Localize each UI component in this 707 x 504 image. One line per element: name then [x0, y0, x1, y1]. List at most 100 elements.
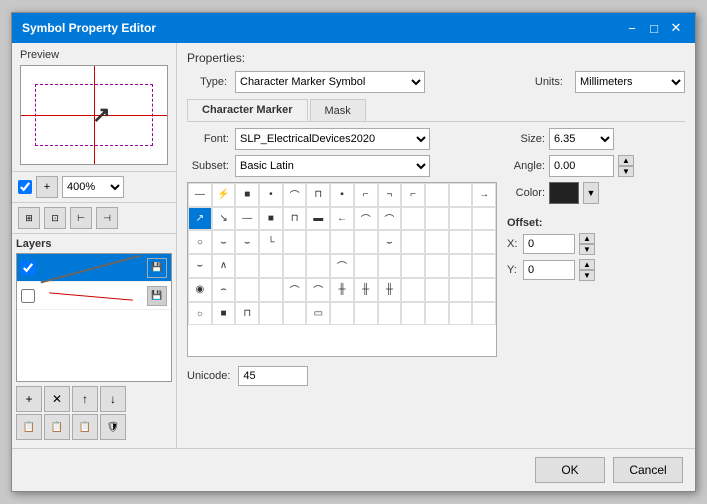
char-cell[interactable]	[472, 207, 496, 231]
tab-character-marker[interactable]: Character Marker	[187, 99, 308, 121]
char-cell[interactable]: ■	[235, 183, 259, 207]
offset-y-up-button[interactable]: ▲	[579, 259, 595, 270]
char-cell[interactable]	[401, 230, 425, 254]
move-up-button[interactable]: ↑	[72, 386, 98, 412]
angle-down-button[interactable]: ▼	[618, 166, 634, 177]
char-cell[interactable]	[472, 254, 496, 278]
visibility-checkbox[interactable]	[18, 180, 32, 194]
char-cell[interactable]: ⌐	[401, 183, 425, 207]
char-cell[interactable]	[378, 254, 402, 278]
char-cell[interactable]: ⌣	[188, 254, 212, 278]
offset-x-input[interactable]	[523, 234, 575, 254]
char-cell[interactable]	[306, 254, 330, 278]
layer-item[interactable]: 💾	[17, 254, 171, 282]
unicode-input[interactable]	[238, 366, 308, 386]
zoom-extents-button[interactable]: ⊡	[44, 207, 66, 229]
char-cell[interactable]: ╫	[330, 278, 354, 302]
tab-mask[interactable]: Mask	[310, 99, 366, 121]
cancel-button[interactable]: Cancel	[613, 457, 683, 483]
char-cell[interactable]	[401, 207, 425, 231]
char-cell[interactable]	[306, 230, 330, 254]
add-layer-button[interactable]: +	[16, 386, 42, 412]
char-cell[interactable]	[330, 302, 354, 326]
char-cell[interactable]	[283, 302, 307, 326]
char-grid[interactable]: — ⚡ ■ • ⌒ ⊓ ▪ ⌐ ¬ ⌐ → ↗	[187, 182, 497, 357]
char-cell[interactable]: ⚡	[212, 183, 236, 207]
add-element-button[interactable]: +	[36, 176, 58, 198]
char-cell[interactable]	[283, 230, 307, 254]
layer-paste-button[interactable]: 📋	[44, 414, 70, 440]
char-cell[interactable]	[425, 254, 449, 278]
zoom-select[interactable]: 400% 100% 200% 800%	[62, 176, 124, 198]
size-select[interactable]: 6.35 8.00 10.00 12.00	[549, 128, 614, 150]
char-cell[interactable]	[472, 302, 496, 326]
char-cell[interactable]	[449, 278, 473, 302]
offset-y-input[interactable]	[523, 260, 575, 280]
layer-item[interactable]: 💾	[17, 282, 171, 310]
char-cell[interactable]	[354, 302, 378, 326]
char-cell[interactable]: ■	[259, 207, 283, 231]
ok-button[interactable]: OK	[535, 457, 605, 483]
layer2-checkbox[interactable]	[21, 289, 35, 303]
char-cell[interactable]: ∧	[212, 254, 236, 278]
char-cell[interactable]	[449, 254, 473, 278]
char-cell-selected[interactable]: ↗	[188, 207, 212, 231]
type-select[interactable]: Character Marker Symbol Simple Marker Sy…	[235, 71, 425, 93]
layer1-save-icon[interactable]: 💾	[147, 258, 167, 278]
char-cell[interactable]	[259, 254, 283, 278]
char-cell[interactable]	[401, 278, 425, 302]
layer-shield-button[interactable]: 🛡	[100, 414, 126, 440]
angle-input[interactable]	[549, 155, 614, 177]
char-cell[interactable]: •	[259, 183, 283, 207]
offset-y-down-button[interactable]: ▼	[579, 270, 595, 281]
char-cell[interactable]	[425, 278, 449, 302]
flip-vertical-button[interactable]: ⊣	[96, 207, 118, 229]
char-cell[interactable]	[449, 183, 473, 207]
minimize-button[interactable]: −	[623, 19, 641, 37]
font-select[interactable]: SLP_ElectricalDevices2020 Arial Symbol W…	[235, 128, 430, 150]
char-cell[interactable]	[235, 254, 259, 278]
char-cell[interactable]: └	[259, 230, 283, 254]
color-dropdown-button[interactable]: ▼	[583, 182, 599, 204]
char-cell[interactable]: ⌢	[212, 278, 236, 302]
layer-copy-button[interactable]: 📋	[16, 414, 42, 440]
char-cell[interactable]: ⌐	[354, 183, 378, 207]
flip-button[interactable]: ⊢	[70, 207, 92, 229]
maximize-button[interactable]: □	[645, 19, 663, 37]
subset-select[interactable]: Basic Latin Latin-1 Supplement General P…	[235, 155, 430, 177]
char-cell[interactable]	[259, 302, 283, 326]
char-cell[interactable]	[354, 254, 378, 278]
units-select[interactable]: Millimeters Points Pixels Inches Centime…	[575, 71, 685, 93]
char-cell[interactable]: ⌣	[378, 230, 402, 254]
layer-cut-button[interactable]: 📋	[72, 414, 98, 440]
color-swatch[interactable]	[549, 182, 579, 204]
char-cell[interactable]	[401, 254, 425, 278]
char-cell[interactable]: ↘	[212, 207, 236, 231]
char-cell[interactable]: ⌒	[378, 207, 402, 231]
char-cell[interactable]	[449, 207, 473, 231]
char-cell[interactable]	[283, 254, 307, 278]
char-cell[interactable]: ⊓	[283, 207, 307, 231]
char-cell[interactable]: ▪	[330, 183, 354, 207]
close-button[interactable]: ✕	[667, 19, 685, 37]
char-cell[interactable]	[330, 230, 354, 254]
char-cell[interactable]: ▬	[306, 207, 330, 231]
char-cell[interactable]	[425, 207, 449, 231]
char-cell[interactable]	[449, 302, 473, 326]
char-cell[interactable]: ╫	[378, 278, 402, 302]
char-cell[interactable]: →	[472, 183, 496, 207]
char-cell[interactable]	[472, 230, 496, 254]
char-cell[interactable]: ○	[188, 230, 212, 254]
char-cell[interactable]	[425, 183, 449, 207]
char-cell[interactable]: ¬	[378, 183, 402, 207]
char-cell[interactable]: ⌣	[235, 230, 259, 254]
char-cell[interactable]: ⌒	[306, 278, 330, 302]
char-cell[interactable]: ▭	[306, 302, 330, 326]
char-cell[interactable]: ⊓	[235, 302, 259, 326]
char-cell[interactable]: —	[188, 183, 212, 207]
delete-layer-button[interactable]: ✕	[44, 386, 70, 412]
char-cell[interactable]	[472, 278, 496, 302]
char-cell[interactable]	[378, 302, 402, 326]
char-cell[interactable]: ⌒	[354, 207, 378, 231]
char-cell[interactable]: ╫	[354, 278, 378, 302]
